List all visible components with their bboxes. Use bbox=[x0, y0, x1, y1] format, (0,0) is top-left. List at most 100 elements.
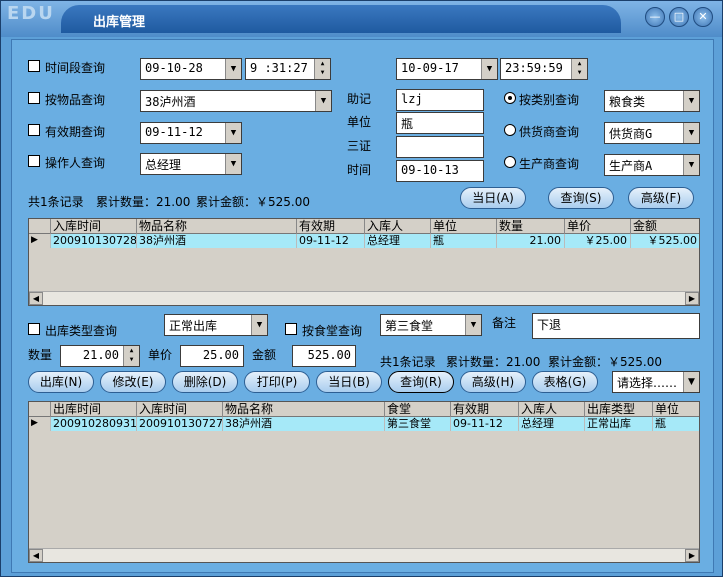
quantity-value: 21.00 bbox=[82, 348, 119, 362]
row-indicator-header bbox=[29, 402, 51, 417]
column-header[interactable]: 出库类型 bbox=[585, 402, 653, 417]
chevron-down-icon[interactable]: ▼ bbox=[683, 123, 699, 143]
column-header[interactable]: 物品名称 bbox=[137, 219, 297, 234]
chevron-down-icon[interactable]: ▼ bbox=[465, 315, 481, 335]
table-row[interactable]: ▶ 20091028093127 20091013072742 38泸州酒 第三… bbox=[29, 417, 699, 431]
operator-checkbox[interactable] bbox=[28, 155, 40, 170]
column-header[interactable]: 物品名称 bbox=[223, 402, 385, 417]
producer-value: 生产商A bbox=[609, 159, 653, 173]
advanced-button[interactable]: 高级(F) bbox=[628, 187, 694, 209]
column-header[interactable]: 有效期 bbox=[451, 402, 519, 417]
unit-label: 单位 bbox=[347, 115, 372, 129]
outbound-grid[interactable]: 出库时间 入库时间 物品名称 食堂 有效期 入库人 出库类型 单位 ▶ 2009… bbox=[28, 401, 700, 563]
table-row[interactable]: ▶ 20091013072812 38泸州酒 09-11-12 总经理 瓶 21… bbox=[29, 234, 699, 248]
outbound-type-select[interactable]: 正常出库 ▼ bbox=[164, 314, 268, 336]
time-input[interactable]: 09-10-13 bbox=[396, 160, 484, 182]
mnemonic-input[interactable]: lzj bbox=[396, 89, 484, 111]
chevron-down-icon[interactable]: ▼ bbox=[481, 59, 497, 79]
today-button-2[interactable]: 当日(B) bbox=[316, 371, 382, 393]
table-button[interactable]: 表格(G) bbox=[532, 371, 598, 393]
column-header[interactable]: 入库人 bbox=[519, 402, 585, 417]
expiry-checkbox[interactable] bbox=[28, 124, 40, 139]
records-count-2: 共1条记录 bbox=[380, 355, 436, 369]
by-category-radio[interactable] bbox=[504, 92, 516, 107]
chevron-down-icon[interactable]: ▼ bbox=[315, 91, 331, 111]
start-time-field[interactable]: 9 :31:27 ▲ ▼ bbox=[245, 58, 331, 80]
table-cell: 20091013072742 bbox=[139, 417, 223, 431]
cert-input[interactable] bbox=[396, 136, 484, 158]
content-area: 时间段查询 09-10-28 ▼ 9 :31:27 ▲ ▼ 10-09-17 ▼ 23:… bbox=[11, 39, 714, 573]
time-range-checkbox[interactable] bbox=[28, 60, 40, 75]
by-item-checkbox[interactable] bbox=[28, 92, 40, 107]
amount-input[interactable]: 525.00 bbox=[292, 345, 356, 367]
inbound-grid[interactable]: 入库时间 物品名称 有效期 入库人 单位 数量 单价 金额 ▶ 20091013… bbox=[28, 218, 700, 306]
print-button[interactable]: 打印(P) bbox=[244, 371, 310, 393]
window-title: 出库管理 bbox=[93, 15, 146, 30]
query-button-2[interactable]: 查询(R) bbox=[388, 371, 454, 393]
producer-select[interactable]: 生产商A ▼ bbox=[604, 154, 700, 176]
by-supplier-radio[interactable] bbox=[504, 124, 516, 139]
edit-button[interactable]: 修改(E) bbox=[100, 371, 166, 393]
column-header[interactable]: 数量 bbox=[497, 219, 565, 234]
chevron-down-icon[interactable]: ▼ bbox=[225, 123, 241, 143]
table-cell: ￥525.00 bbox=[631, 234, 699, 248]
horizontal-scrollbar[interactable]: ◀ ▶ bbox=[29, 291, 699, 305]
by-producer-radio[interactable] bbox=[504, 156, 516, 171]
chevron-down-icon[interactable]: ▼ bbox=[225, 59, 241, 79]
table-cell: 瓶 bbox=[653, 417, 699, 431]
chevron-down-icon[interactable]: ▼ bbox=[225, 154, 241, 174]
column-header[interactable]: 入库时间 bbox=[51, 219, 137, 234]
unit-input[interactable]: 瓶 bbox=[396, 112, 484, 134]
operator-select[interactable]: 总经理 ▼ bbox=[140, 153, 242, 175]
scroll-right-icon[interactable]: ▶ bbox=[685, 549, 699, 562]
canteen-checkbox[interactable] bbox=[285, 323, 297, 338]
horizontal-scrollbar[interactable]: ◀ ▶ bbox=[29, 548, 699, 562]
chevron-down-icon[interactable]: ▼ bbox=[683, 91, 699, 111]
query-button[interactable]: 查询(S) bbox=[548, 187, 614, 209]
end-time-field[interactable]: 23:59:59 ▲ ▼ bbox=[500, 58, 588, 80]
canteen-select[interactable]: 第三食堂 ▼ bbox=[380, 314, 482, 336]
outbound-button[interactable]: 出库(N) bbox=[28, 371, 94, 393]
chevron-down-icon[interactable]: ▼ bbox=[251, 315, 267, 335]
column-header[interactable]: 单价 bbox=[565, 219, 631, 234]
outbound-type-checkbox[interactable] bbox=[28, 323, 40, 338]
today-button[interactable]: 当日(A) bbox=[460, 187, 526, 209]
scroll-left-icon[interactable]: ◀ bbox=[29, 292, 43, 305]
table-cell: 09-11-12 bbox=[297, 234, 365, 248]
options-select[interactable]: 请选择…… ▼ bbox=[612, 371, 700, 393]
price-label: 单价 bbox=[148, 348, 173, 362]
column-header[interactable]: 有效期 bbox=[297, 219, 365, 234]
chevron-down-icon[interactable]: ▼ bbox=[683, 372, 699, 392]
by-category-label: 按类别查询 bbox=[519, 93, 580, 107]
end-date-value: 10-09-17 bbox=[401, 61, 459, 75]
spinner-icon[interactable]: ▲ ▼ bbox=[123, 346, 139, 366]
price-input[interactable]: 25.00 bbox=[180, 345, 244, 367]
category-select[interactable]: 粮食类 ▼ bbox=[604, 90, 700, 112]
item-select[interactable]: 38泸州酒 ▼ bbox=[140, 90, 332, 112]
column-header[interactable]: 食堂 bbox=[385, 402, 451, 417]
scroll-left-icon[interactable]: ◀ bbox=[29, 549, 43, 562]
chevron-down-icon[interactable]: ▼ bbox=[683, 155, 699, 175]
grid-header: 出库时间 入库时间 物品名称 食堂 有效期 入库人 出库类型 单位 bbox=[29, 402, 699, 417]
column-header[interactable]: 单位 bbox=[431, 219, 497, 234]
column-header[interactable]: 出库时间 bbox=[51, 402, 137, 417]
quantity-stepper[interactable]: 21.00 ▲ ▼ bbox=[60, 345, 140, 367]
column-header[interactable]: 入库人 bbox=[365, 219, 431, 234]
close-button[interactable]: ✕ bbox=[693, 7, 713, 27]
expiry-field[interactable]: 09-11-12 ▼ bbox=[140, 122, 242, 144]
scroll-right-icon[interactable]: ▶ bbox=[685, 292, 699, 305]
start-date-field[interactable]: 09-10-28 ▼ bbox=[140, 58, 242, 80]
maximize-button[interactable]: □ bbox=[669, 7, 689, 27]
spinner-icon[interactable]: ▲ ▼ bbox=[314, 59, 330, 79]
column-header[interactable]: 入库时间 bbox=[137, 402, 223, 417]
supplier-select[interactable]: 供货商G ▼ bbox=[604, 122, 700, 144]
advanced-button-2[interactable]: 高级(H) bbox=[460, 371, 526, 393]
note-input[interactable]: 下退 bbox=[532, 313, 700, 339]
minimize-button[interactable]: — bbox=[645, 7, 665, 27]
column-header[interactable]: 单位 bbox=[653, 402, 699, 417]
spinner-icon[interactable]: ▲ ▼ bbox=[571, 59, 587, 79]
category-value: 粮食类 bbox=[609, 95, 646, 109]
end-date-field[interactable]: 10-09-17 ▼ bbox=[396, 58, 498, 80]
delete-button[interactable]: 删除(D) bbox=[172, 371, 238, 393]
column-header[interactable]: 金额 bbox=[631, 219, 699, 234]
